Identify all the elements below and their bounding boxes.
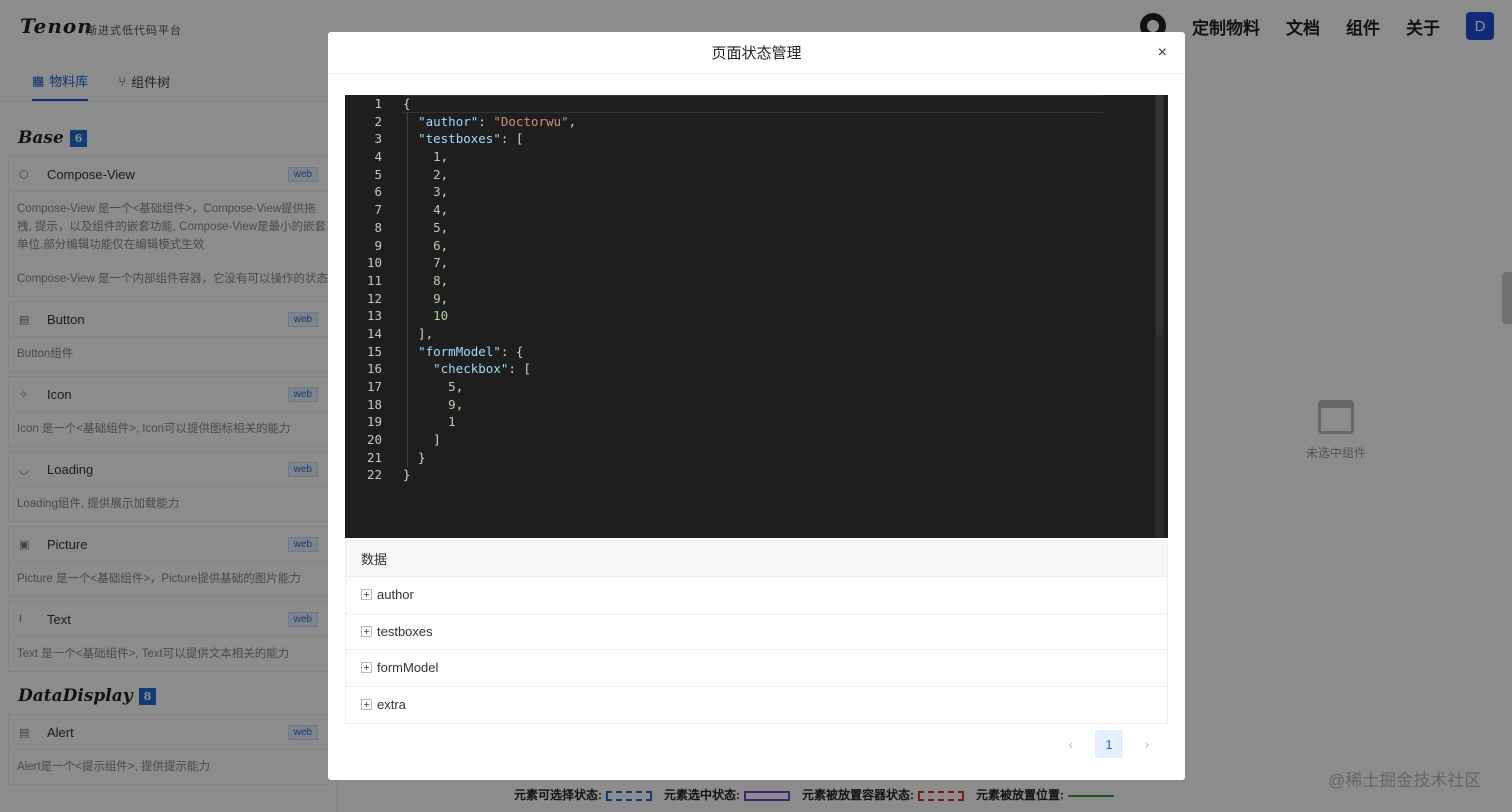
- expand-icon[interactable]: [361, 589, 372, 601]
- line-number: 3: [374, 131, 382, 147]
- pagination: ‹ 1 ›: [1059, 730, 1159, 758]
- code-line: "author": "Doctorwu",: [418, 113, 577, 129]
- line-number: 7: [374, 202, 382, 218]
- line-number: 6: [374, 184, 382, 200]
- line-number: 19: [366, 414, 382, 430]
- row-key: formModel: [377, 660, 439, 676]
- line-number: 9: [374, 237, 382, 253]
- scrollbar-thumb[interactable]: [1156, 95, 1163, 335]
- next-page-button[interactable]: ›: [1135, 736, 1159, 752]
- code-line: "formModel": {: [418, 343, 524, 359]
- row-key: author: [377, 587, 414, 603]
- page-number-current[interactable]: 1: [1095, 730, 1123, 758]
- line-number: 18: [366, 396, 382, 412]
- code-line: "checkbox": [: [433, 361, 531, 377]
- code-line: 1: [448, 414, 456, 430]
- code-line: ],: [403, 325, 434, 341]
- code-line: }: [403, 449, 426, 465]
- table-row: testboxes: [346, 614, 1167, 650]
- line-number: 2: [374, 113, 382, 129]
- prev-page-button[interactable]: ‹: [1059, 736, 1083, 752]
- state-data-table: 数据 author testboxes formModel extra: [345, 540, 1168, 724]
- table-row: author: [346, 577, 1167, 614]
- page-state-modal: 页面状态管理 × 1 2 3 4 5 6 7 8 9 10 11 12 13 14 15 16 17 18 19 20…: [328, 32, 1185, 780]
- line-number: 21: [366, 449, 382, 465]
- code-line: 2,: [433, 166, 449, 182]
- code-line: "testboxes": [: [418, 131, 524, 147]
- line-number: 5: [374, 166, 382, 182]
- modal-header: 页面状态管理 ×: [328, 32, 1185, 74]
- table-header: 数据: [346, 541, 1167, 577]
- line-number: 13: [366, 308, 382, 324]
- code-line: 10: [433, 308, 449, 324]
- expand-icon[interactable]: [361, 662, 372, 674]
- expand-icon[interactable]: [361, 625, 372, 637]
- code-line: ]: [403, 432, 441, 448]
- line-number: 14: [366, 325, 382, 341]
- line-number: 8: [374, 219, 382, 235]
- table-row: formModel: [346, 650, 1167, 687]
- line-number: 1: [374, 96, 382, 111]
- code-line: 8,: [433, 272, 449, 288]
- line-number: 10: [366, 255, 382, 271]
- table-row: extra: [346, 687, 1167, 724]
- line-number: 16: [366, 361, 382, 377]
- line-number-gutter: 1 2 3 4 5 6 7 8 9 10 11 12 13 14 15 16 17 18 19 20 21 22: [345, 95, 395, 484]
- line-number: 22: [366, 467, 382, 483]
- modal-title: 页面状态管理: [711, 45, 802, 62]
- code-line: 9,: [448, 396, 464, 412]
- line-number: 12: [366, 290, 382, 306]
- code-line: 4,: [433, 202, 449, 218]
- line-number: 20: [366, 432, 382, 448]
- code-line: 5,: [448, 379, 464, 394]
- line-number: 17: [366, 379, 382, 394]
- line-number: 4: [374, 149, 382, 165]
- editor-scrollbar[interactable]: [1155, 95, 1164, 538]
- code-line: {: [403, 96, 411, 111]
- code-line: 3,: [433, 184, 449, 200]
- row-key: extra: [377, 697, 406, 713]
- code-line: 1,: [433, 149, 449, 165]
- line-number: 15: [366, 343, 382, 359]
- code-line: 5,: [433, 219, 449, 235]
- row-key: testboxes: [377, 623, 433, 639]
- code-content[interactable]: { "author": "Doctorwu", "testboxes": [ 1…: [403, 95, 576, 484]
- code-line: 6,: [433, 237, 449, 253]
- code-line: }: [403, 467, 411, 483]
- json-code-editor[interactable]: 1 2 3 4 5 6 7 8 9 10 11 12 13 14 15 16 17 18 19 20 21 22 { "a…: [345, 95, 1168, 538]
- code-line: 7,: [433, 255, 449, 271]
- line-number: 11: [366, 272, 382, 288]
- expand-icon[interactable]: [361, 699, 372, 711]
- close-icon[interactable]: ×: [1158, 44, 1167, 62]
- code-line: 9,: [433, 290, 449, 306]
